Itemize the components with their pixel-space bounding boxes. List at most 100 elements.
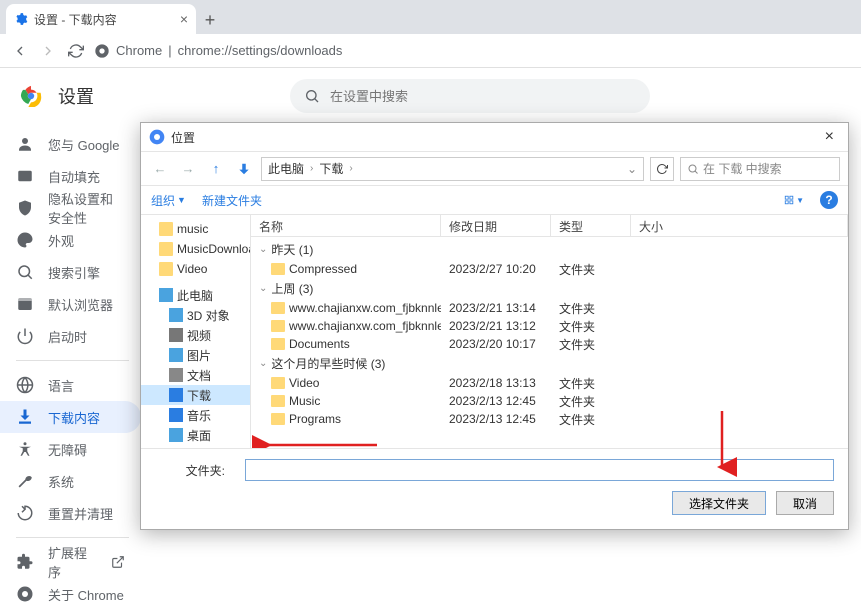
organize-menu[interactable]: 组织 ▼	[151, 192, 186, 209]
tree-item[interactable]: 3D 对象	[141, 305, 250, 325]
tree-item[interactable]: 文档	[141, 365, 250, 385]
tree-item[interactable]: 本地磁盘 (C:)	[141, 445, 250, 448]
settings-sidebar: 您与 Google 自动填充隐私设置和安全性外观搜索引擎默认浏览器启动时语言下载内…	[0, 124, 145, 554]
url-display[interactable]: Chrome | chrome://settings/downloads	[94, 43, 851, 59]
sidebar-item-default-browser[interactable]: 默认浏览器	[0, 288, 141, 320]
col-name[interactable]: 名称	[251, 215, 441, 236]
settings-header: 设置	[0, 68, 861, 124]
browser-tab[interactable]: 设置 - 下载内容 ×	[6, 4, 196, 34]
group-header[interactable]: ⌄昨天 (1)	[251, 239, 848, 260]
list-row[interactable]: Music2023/2/13 12:45文件夹	[251, 392, 848, 410]
sidebar-item-appearance[interactable]: 外观	[0, 224, 141, 256]
sidebar-label: 重置并清理	[48, 504, 113, 523]
folder-icon	[271, 413, 285, 425]
list-header: 名称 修改日期 类型 大小	[251, 215, 848, 237]
dialog-buttons: 选择文件夹 取消	[141, 491, 848, 529]
folder-icon	[271, 395, 285, 407]
list-row[interactable]: Programs2023/2/13 12:45文件夹	[251, 410, 848, 428]
back-button[interactable]	[10, 41, 30, 61]
chevron-down-icon[interactable]: ⌄	[627, 162, 637, 176]
sidebar-item-ext[interactable]: 扩展程序	[0, 546, 141, 578]
folder-name-input[interactable]	[245, 459, 834, 481]
sidebar-label: 关于 Chrome	[48, 585, 124, 604]
sidebar-item-about[interactable]: 关于 Chrome	[0, 578, 141, 610]
sidebar-item-downloads[interactable]: 下载内容	[0, 401, 141, 433]
chevron-down-icon: ⌄	[259, 283, 267, 294]
sidebar-label: 您与 Google	[48, 135, 120, 154]
group-header[interactable]: ⌄这个月的早些时候 (3)	[251, 353, 848, 374]
chrome-icon	[149, 129, 165, 145]
forward-button[interactable]	[38, 41, 58, 61]
sidebar-item-autofill[interactable]: 自动填充	[0, 160, 141, 192]
sidebar-item-privacy[interactable]: 隐私设置和安全性	[0, 192, 141, 224]
search-icon	[687, 163, 699, 175]
sidebar-label: 启动时	[48, 327, 87, 346]
tree-item[interactable]: 此电脑	[141, 285, 250, 305]
dialog-title-text: 位置	[171, 129, 819, 146]
tree-item[interactable]: 音乐	[141, 405, 250, 425]
help-button[interactable]: ?	[820, 191, 838, 209]
select-folder-button[interactable]: 选择文件夹	[672, 491, 766, 515]
list-row[interactable]: Documents2023/2/20 10:17文件夹	[251, 335, 848, 353]
nav-up-button[interactable]: ↑	[205, 158, 227, 180]
folder-icon	[271, 320, 285, 332]
dialog-search[interactable]: 在 下载 中搜索	[680, 157, 840, 181]
reload-button[interactable]	[66, 41, 86, 61]
sidebar-label: 外观	[48, 231, 74, 250]
folder-tree[interactable]: musicMusicDownloaVideo 此电脑3D 对象视频图片文档下载音乐…	[141, 215, 251, 448]
chevron-right-icon: ›	[349, 163, 352, 174]
gear-icon	[14, 12, 28, 26]
tree-item[interactable]: MusicDownloa	[141, 239, 250, 259]
sidebar-item-you-google[interactable]: 您与 Google	[0, 128, 141, 160]
settings-search-input[interactable]	[330, 89, 636, 104]
col-type[interactable]: 类型	[551, 215, 631, 236]
tree-item[interactable]: Video	[141, 259, 250, 279]
breadcrumb-bar[interactable]: 此电脑 › 下载 › ⌄	[261, 157, 644, 181]
folder-field-label: 文件夹:	[155, 462, 235, 479]
tree-item[interactable]: 桌面	[141, 425, 250, 445]
sidebar-label: 隐私设置和安全性	[48, 189, 125, 227]
tab-close-icon[interactable]: ×	[180, 11, 188, 27]
address-bar: Chrome | chrome://settings/downloads	[0, 34, 861, 68]
group-header[interactable]: ⌄上周 (3)	[251, 278, 848, 299]
cancel-button[interactable]: 取消	[776, 491, 834, 515]
sidebar-item-reset[interactable]: 重置并清理	[0, 497, 141, 529]
sidebar-item-startup[interactable]: 启动时	[0, 320, 141, 352]
tree-item[interactable]: 下载	[141, 385, 250, 405]
nav-forward-button[interactable]: →	[177, 158, 199, 180]
list-row[interactable]: www.chajianxw.com_fjbknnledpckpbj...2023…	[251, 317, 848, 335]
new-tab-button[interactable]: +	[196, 6, 224, 34]
list-row[interactable]: Compressed2023/2/27 10:20文件夹	[251, 260, 848, 278]
chrome-icon	[94, 43, 110, 59]
sidebar-item-lang[interactable]: 语言	[0, 369, 141, 401]
view-options-button[interactable]: ▼	[784, 190, 804, 210]
sidebar-label: 下载内容	[48, 408, 100, 427]
dialog-titlebar: 位置 ×	[141, 123, 848, 151]
chrome-logo-icon	[20, 85, 42, 107]
folder-icon	[271, 263, 285, 275]
nav-down-icon[interactable]	[233, 158, 255, 180]
tree-item[interactable]: 视频	[141, 325, 250, 345]
list-row[interactable]: www.chajianxw.com_fjbknnledpckpbj...2023…	[251, 299, 848, 317]
crumb-downloads[interactable]: 下载	[319, 160, 343, 177]
browser-tab-strip: 设置 - 下载内容 × +	[0, 0, 861, 34]
tree-item[interactable]: music	[141, 219, 250, 239]
list-row[interactable]: Video2023/2/18 13:13文件夹	[251, 374, 848, 392]
tree-item[interactable]: 图片	[141, 345, 250, 365]
sidebar-item-a11y[interactable]: 无障碍	[0, 433, 141, 465]
folder-icon	[271, 377, 285, 389]
list-body[interactable]: ⌄昨天 (1)Compressed2023/2/27 10:20文件夹⌄上周 (…	[251, 237, 848, 448]
dialog-close-button[interactable]: ×	[819, 128, 840, 146]
crumb-pc[interactable]: 此电脑	[268, 160, 304, 177]
col-size[interactable]: 大小	[631, 215, 848, 236]
sidebar-item-system[interactable]: 系统	[0, 465, 141, 497]
sidebar-label: 默认浏览器	[48, 295, 113, 314]
sidebar-item-search[interactable]: 搜索引擎	[0, 256, 141, 288]
sidebar-label: 搜索引擎	[48, 263, 100, 282]
nav-back-button[interactable]: ←	[149, 158, 171, 180]
refresh-button[interactable]	[650, 157, 674, 181]
sidebar-label: 扩展程序	[48, 543, 97, 581]
new-folder-button[interactable]: 新建文件夹	[202, 192, 262, 209]
col-date[interactable]: 修改日期	[441, 215, 551, 236]
settings-search[interactable]	[290, 79, 650, 113]
